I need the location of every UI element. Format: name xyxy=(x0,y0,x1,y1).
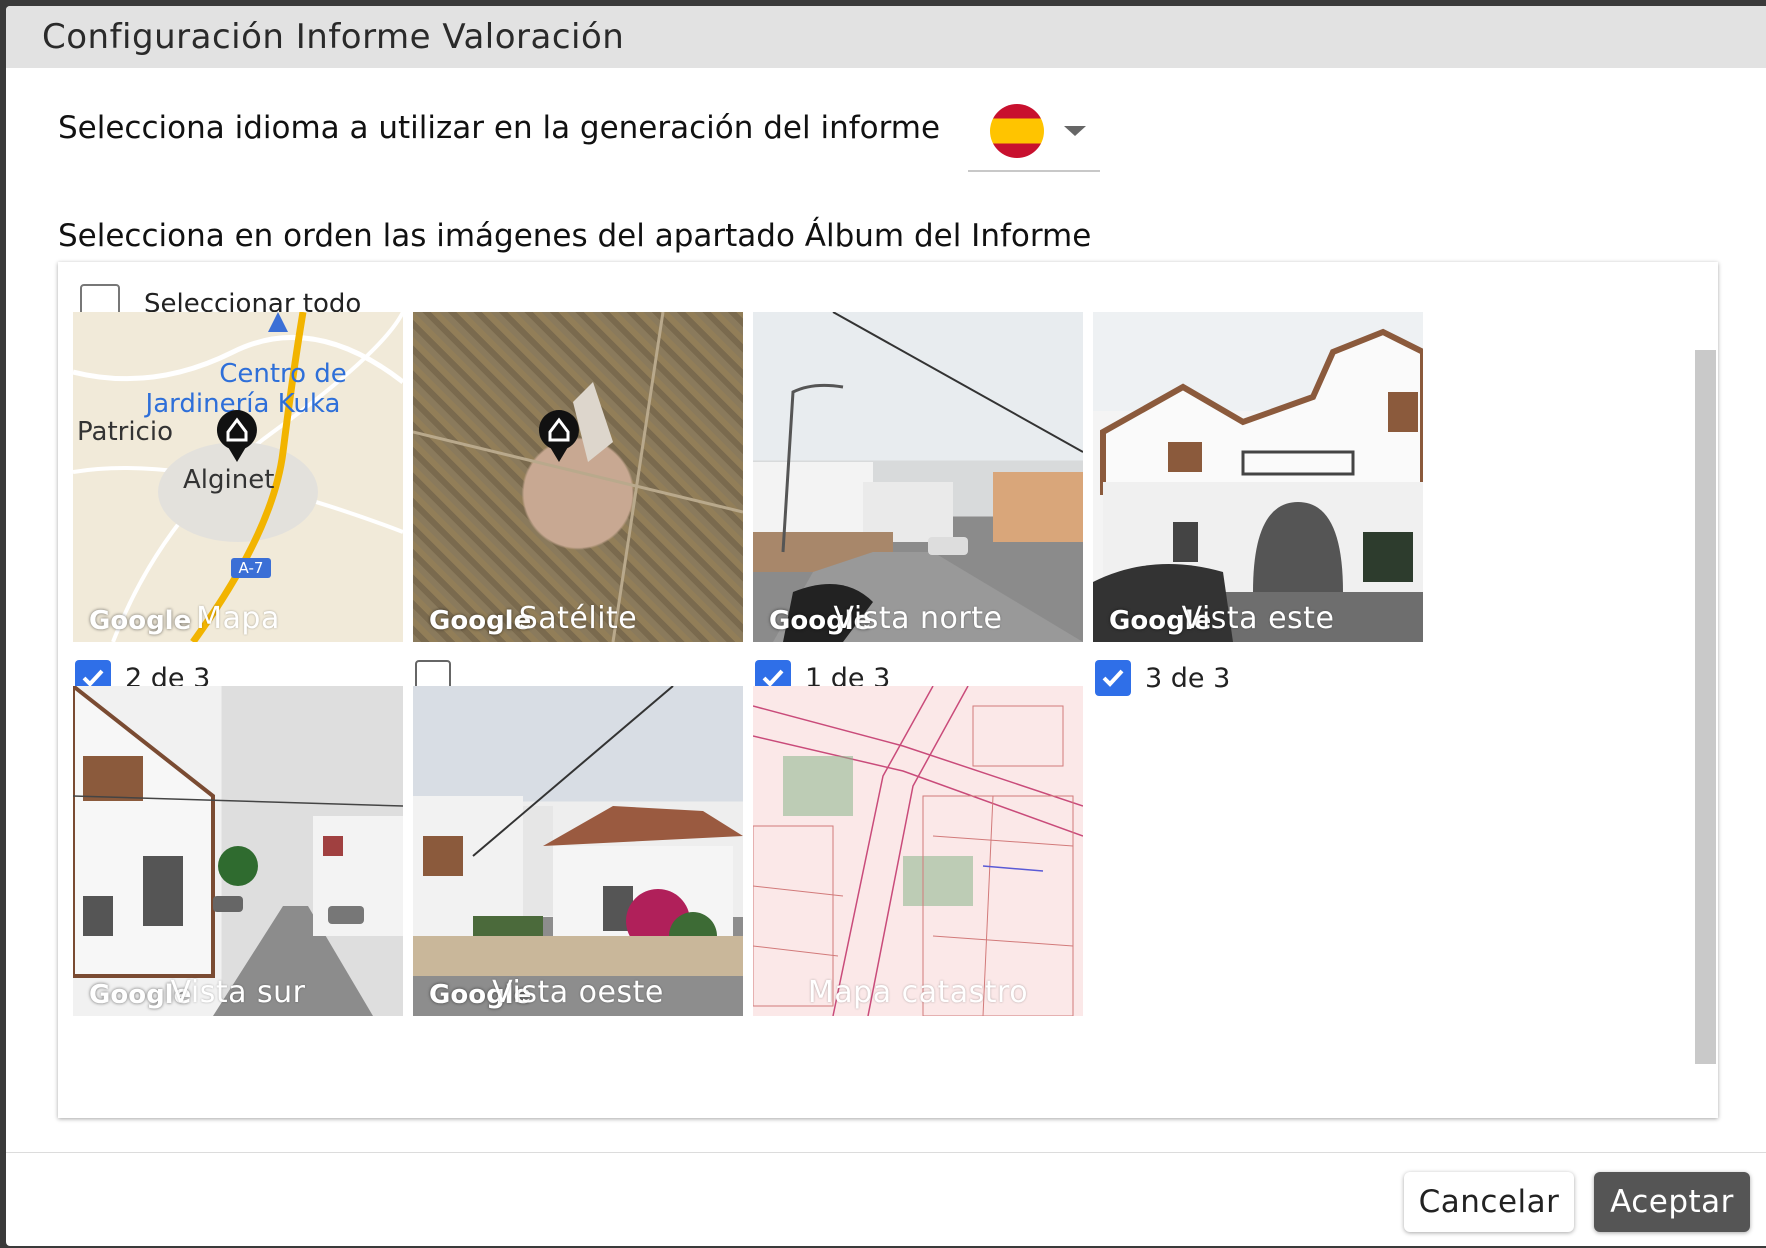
footer-divider xyxy=(6,1152,1766,1153)
map-place-label-1: Centro de xyxy=(219,359,347,389)
map-road-label: A-7 xyxy=(239,559,264,577)
cancel-button[interactable]: Cancelar xyxy=(1404,1172,1574,1232)
spain-flag-icon xyxy=(990,104,1044,158)
street-south-graphic xyxy=(73,686,403,1016)
language-row: Selecciona idioma a utilizar en la gener… xyxy=(58,86,1138,176)
image-card-west: Google Vista oeste xyxy=(413,686,743,1016)
image-checkbox-east[interactable] xyxy=(1095,660,1131,696)
image-card-map: A-7 Centro de Jardinería Kuka Patricio A… xyxy=(73,312,403,696)
image-caption: Vista este xyxy=(1181,601,1335,636)
satellite-graphic xyxy=(413,312,743,642)
accept-button[interactable]: Aceptar xyxy=(1594,1172,1750,1232)
street-east-graphic xyxy=(1093,328,1423,642)
image-card-east: Google Vista este 3 de 3 xyxy=(1093,312,1423,696)
map-place-label-2: Patricio xyxy=(77,417,173,447)
image-card-cadastre: Mapa catastro xyxy=(753,686,1083,1016)
dialog-title-bar: Configuración Informe Valoración xyxy=(6,6,1766,68)
cadastre-graphic xyxy=(753,686,1083,1016)
checkmark-icon xyxy=(1102,669,1124,687)
album-scrollbar[interactable] xyxy=(1695,350,1716,1064)
map-graphic: A-7 Centro de Jardinería Kuka Patricio A… xyxy=(73,312,403,642)
street-west-graphic xyxy=(413,686,743,976)
report-config-dialog: Configuración Informe Valoración Selecci… xyxy=(6,6,1766,1246)
image-thumb-north[interactable]: Google Vista norte xyxy=(753,312,1083,642)
image-order-label: 3 de 3 xyxy=(1145,662,1231,694)
image-caption: Vista oeste xyxy=(492,975,664,1010)
street-north-graphic xyxy=(753,312,1083,642)
image-caption: Mapa catastro xyxy=(807,975,1029,1010)
album-section-title: Selecciona en orden las imágenes del apa… xyxy=(58,218,1092,254)
album-panel: Seleccionar todo A-7 Centro de Jardinerí… xyxy=(58,262,1718,1118)
image-thumb-map[interactable]: A-7 Centro de Jardinería Kuka Patricio A… xyxy=(73,312,403,642)
image-caption: Vista norte xyxy=(833,601,1003,636)
language-select[interactable] xyxy=(968,92,1100,172)
image-thumb-satellite[interactable]: Google Satélite xyxy=(413,312,743,642)
image-caption: Mapa xyxy=(196,601,280,636)
language-label: Selecciona idioma a utilizar en la gener… xyxy=(58,110,941,146)
image-thumb-west[interactable]: Google Vista oeste xyxy=(413,686,743,1016)
image-card-satellite: Google Satélite xyxy=(413,312,743,696)
image-thumb-cadastre[interactable]: Mapa catastro xyxy=(753,686,1083,1016)
image-caption: Satélite xyxy=(518,601,638,636)
image-card-south: Google Vista sur xyxy=(73,686,403,1016)
dialog-title: Configuración Informe Valoración xyxy=(42,17,625,57)
image-select-row: 3 de 3 xyxy=(1093,660,1423,696)
chevron-down-icon xyxy=(1064,126,1086,136)
map-place-label-3: Alginet xyxy=(183,465,274,495)
image-thumb-east[interactable]: Google Vista este xyxy=(1093,312,1423,642)
image-card-north: Google Vista norte 1 de 3 xyxy=(753,312,1083,696)
image-thumb-south[interactable]: Google Vista sur xyxy=(73,686,403,1016)
image-caption: Vista sur xyxy=(170,975,306,1010)
